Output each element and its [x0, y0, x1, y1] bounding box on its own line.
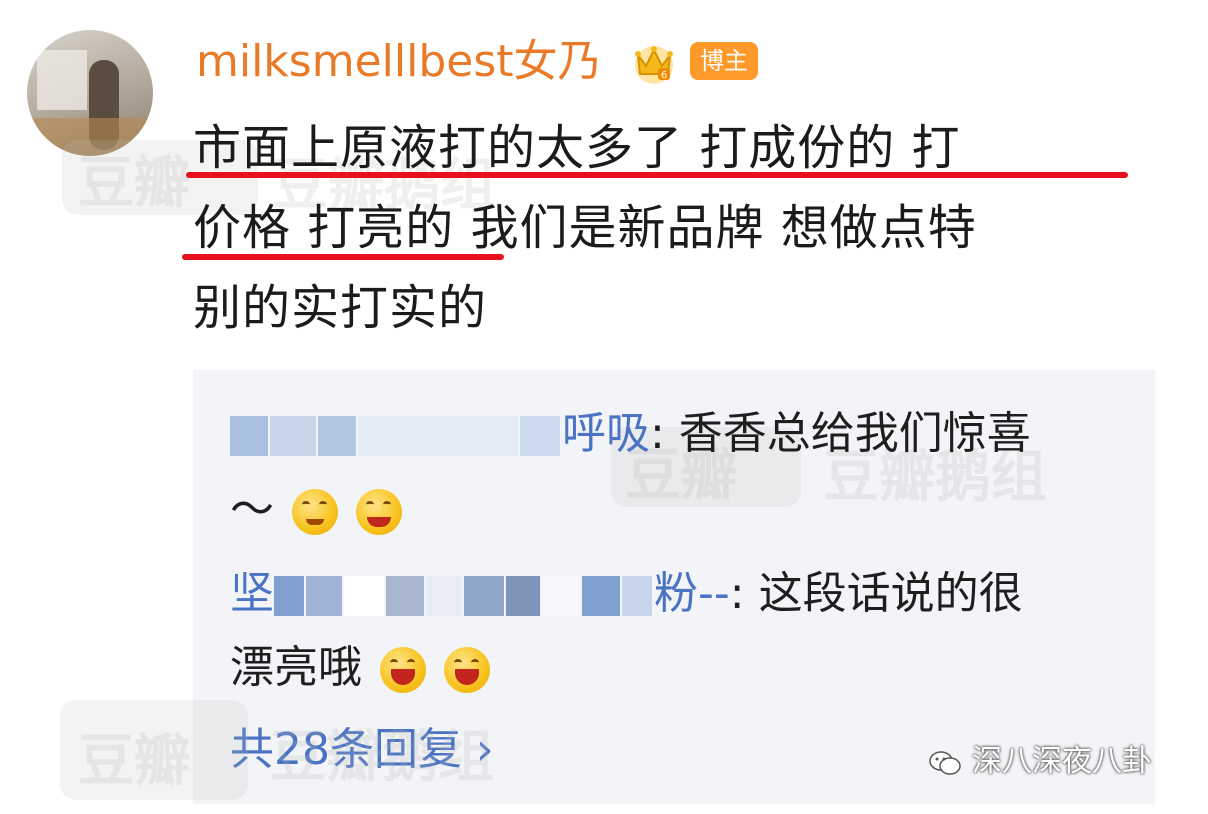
blurred-name: [582, 576, 620, 616]
blurred-name: [426, 576, 462, 616]
blurred-name: [344, 576, 384, 616]
post-line-3: 别的实打实的: [193, 280, 488, 336]
blurred-name: [270, 416, 316, 456]
reply-2-text: : 这段话说的很: [729, 568, 1023, 619]
crown-icon: 6: [635, 46, 673, 84]
reply-2-text-cont: 漂亮哦: [230, 642, 362, 693]
blurred-name: [318, 416, 356, 456]
blurred-name: [358, 416, 518, 456]
reply-1-line-2: ～: [230, 480, 402, 540]
highlight-underline: [186, 172, 1128, 178]
blurred-name: [464, 576, 504, 616]
watermark-douban-group: 豆瓣鹅组: [270, 725, 494, 790]
reply-2-username-prefix[interactable]: 坚: [230, 568, 274, 619]
highlight-underline: [182, 254, 504, 260]
blurred-name: [274, 576, 304, 616]
cover-mouth-emoji: [356, 489, 402, 535]
blogger-badge: 博主: [690, 42, 758, 80]
source-watermark-text: 深八深夜八卦: [972, 744, 1152, 779]
blurred-name: [230, 416, 268, 456]
reply-1-text-cont: ～: [230, 484, 274, 535]
laugh-emoji: [380, 647, 426, 693]
blurred-name: [306, 576, 342, 616]
username[interactable]: milksmelllbest女乃: [196, 34, 602, 90]
blurred-name: [386, 576, 424, 616]
reply-2-username-suffix[interactable]: 粉--: [654, 568, 730, 619]
watermark-douban: 豆瓣: [78, 729, 190, 794]
reply-1-text: : 香香总给我们惊喜: [650, 408, 1031, 459]
thinking-emoji: [292, 489, 338, 535]
blurred-name: [542, 576, 580, 616]
reply-2-line-2: 漂亮哦: [230, 638, 490, 698]
reply-2-line-1: 坚 粉--: 这段话说的很: [230, 564, 1023, 624]
reply-1-line-1: 呼吸: 香香总给我们惊喜: [230, 404, 1031, 464]
laugh-emoji: [444, 647, 490, 693]
svg-text:6: 6: [661, 70, 667, 81]
blurred-name: [520, 416, 560, 456]
wechat-icon: [929, 750, 961, 775]
blurred-name: [622, 576, 652, 616]
blurred-name: [506, 576, 540, 616]
watermark-douban: 豆瓣: [78, 151, 190, 216]
post-body: 市面上原液打的太多了 打成份的 打 价格 打亮的 我们是新品牌 想做点特 别的实…: [193, 108, 1153, 348]
source-watermark: 深八深夜八卦: [928, 742, 1152, 782]
reply-1-username[interactable]: 呼吸: [562, 408, 650, 459]
